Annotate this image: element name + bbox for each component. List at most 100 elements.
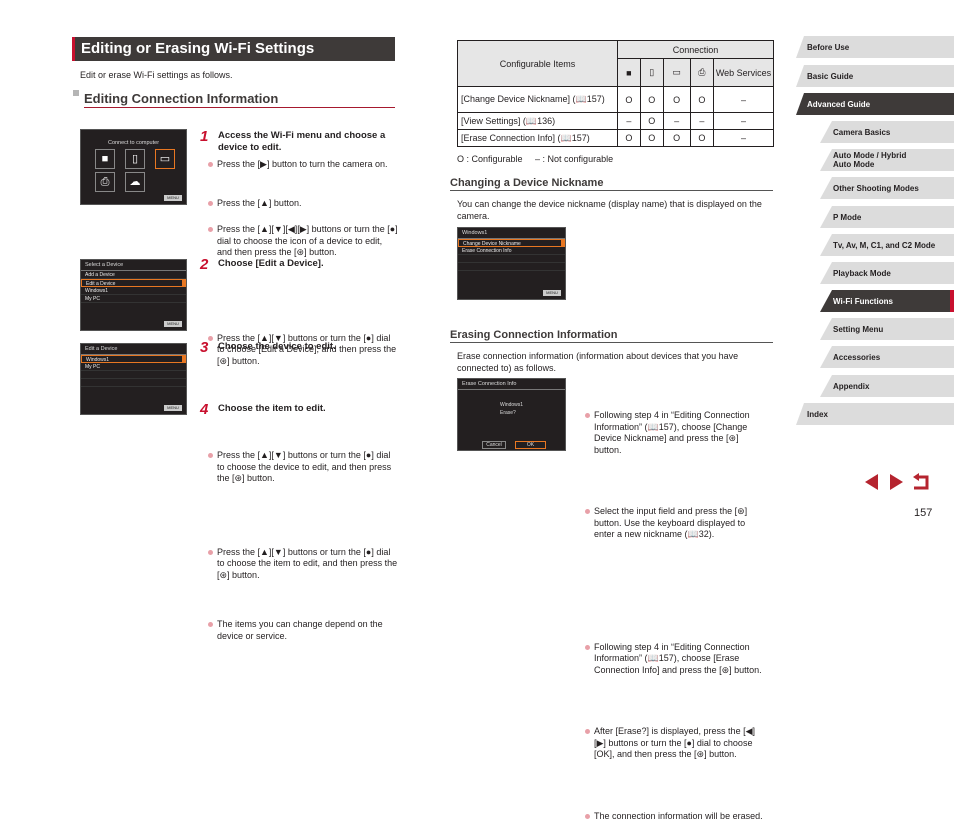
configurable-items-table: Configurable Items Connection ■ ▯ ▭ ⎙ We… [457,40,774,147]
subsection-intro: Erase connection information (informatio… [457,350,772,374]
camera-screen-select-device: Select a Device Add a Device Edit a Devi… [80,259,187,331]
sidebar-item-basic-guide[interactable]: Basic Guide [796,65,954,87]
printer-icon: ⎙ [690,59,713,87]
step-title: Access the Wi-Fi menu and choose a devic… [218,130,398,154]
table-cell: O [663,130,690,147]
screen-row-selected: Windows1 [81,355,186,363]
sidebar-item-playback-mode[interactable]: Playback Mode [820,262,954,284]
sidebar-item-accessories[interactable]: Accessories [820,346,954,368]
computer-icon: ▭ [663,59,690,87]
screen-row: My PC [81,295,186,303]
screen-title: Erase Connection Info [458,379,565,390]
sidebar-item-label: Appendix [833,382,869,391]
camera-screen-connect: Connect to computer ■ ▯ ▭ ⎙ ☁ MENU [80,129,187,205]
step-number: 3 [200,339,208,357]
step-bullet: Press the [▲] button. [208,198,398,210]
cloud-icon: ☁ [125,172,145,192]
next-page-button[interactable] [888,473,906,491]
step-bullet: Press the [▲][▼] buttons or turn the [●]… [208,547,398,582]
sidebar-item-label: Wi-Fi Functions [833,297,893,306]
step-bullet: Press the [▲][▼] buttons or turn the [●]… [208,450,398,485]
screen-row-empty [81,371,186,379]
subsection-title: Changing a Device Nickname [450,177,773,191]
subsection-title: Erasing Connection Information [450,329,773,343]
camera-icon: ■ [618,59,641,87]
section-marker [73,90,79,96]
nickname-bullet: Select the input field and press the [⊛]… [585,506,765,541]
sidebar-item-label: Camera Basics [833,128,890,137]
table-row: [View Settings] (📖136) – O – – – [458,113,774,130]
return-button[interactable] [912,473,930,491]
screen-row-empty [81,379,186,387]
table-row: [Change Device Nickname] (📖157) O O O O … [458,87,774,113]
screen-row: My PC [81,363,186,371]
table-cell: O [640,113,663,130]
table-cell: – [714,87,774,113]
sidebar-item-index[interactable]: Index [796,403,954,425]
sidebar-item-label: Playback Mode [833,269,891,278]
page-title: Editing or Erasing Wi-Fi Settings [72,37,395,61]
table-cell: O [640,130,663,147]
sidebar-item-tv-av-m-mode[interactable]: Tv, Av, M, C1, and C2 Mode [820,234,954,256]
screen-title: Edit a Device [81,344,186,355]
screen-row: Windows1 [81,287,186,295]
table-cell: O [690,87,713,113]
table-header-web-services: Web Services [714,59,774,87]
table-cell: – [690,113,713,130]
sidebar-item-label: Setting Menu [833,325,883,334]
nickname-bullet: Following step 4 in “Editing Connection … [585,410,765,456]
sidebar-item-label: Accessories [833,353,880,362]
step-bullet: Press the [▲][▼][◀][▶] buttons or turn t… [208,224,398,259]
table-cell-label: [Change Device Nickname] (📖157) [458,87,618,113]
sidebar-item-label: Advanced Guide [807,100,870,109]
table-cell: O [640,87,663,113]
sidebar-item-appendix[interactable]: Appendix [820,375,954,397]
sidebar-item-before-use[interactable]: Before Use [796,36,954,58]
computer-icon: ▭ [155,149,175,169]
screen-prompt: Erase? [500,410,516,416]
screen-title: Connect to computer [81,130,186,146]
printer-icon: ⎙ [95,172,115,192]
table-cell: – [714,130,774,147]
screen-title: Select a Device [81,260,186,271]
table-row: [Erase Connection Info] (📖157) O O O O – [458,130,774,147]
sidebar-item-auto-mode[interactable]: Auto Mode / Hybrid Auto Mode [820,149,954,171]
menu-button-icon: MENU [164,321,182,327]
subsection-intro: You can change the device nickname (disp… [457,198,772,222]
previous-page-button[interactable] [862,473,880,491]
sidebar-item-label: Auto Mode / Hybrid Auto Mode [833,151,923,169]
sidebar-item-camera-basics[interactable]: Camera Basics [820,121,954,143]
page-number: 157 [914,507,932,519]
table-cell-label: [View Settings] (📖136) [458,113,618,130]
table-cell: O [663,87,690,113]
sidebar-item-label: Basic Guide [807,72,853,81]
current-section-marker [950,290,954,312]
sidebar-item-other-shooting-modes[interactable]: Other Shooting Modes [820,177,954,199]
section-title: Editing Connection Information [84,91,395,108]
menu-button-icon: MENU [164,405,182,411]
step-number: 2 [200,256,208,274]
table-cell: O [690,130,713,147]
table-header-items: Configurable Items [458,41,618,87]
sidebar-item-setting-menu[interactable]: Setting Menu [820,318,954,340]
ok-button: OK [515,441,546,449]
sidebar-item-advanced-guide[interactable]: Advanced Guide [796,93,954,115]
erase-bullet: The connection information will be erase… [585,811,765,822]
camera-screen-windows1: Windows1 Change Device Nickname Erase Co… [457,227,566,300]
sidebar-item-p-mode[interactable]: P Mode [820,206,954,228]
arrow-left-icon [862,473,880,491]
table-cell: – [663,113,690,130]
camera-icon: ■ [95,149,115,169]
step-title: Choose the item to edit. [218,403,398,415]
smartphone-icon: ▯ [125,149,145,169]
screen-row: Add a Device [81,271,186,279]
camera-screen-erase: Erase Connection Info Windows1 Erase? Ca… [457,378,566,451]
table-header-connection: Connection [618,41,774,59]
step-number: 1 [200,128,208,146]
screen-row: Erase Connection Info [458,247,565,255]
menu-button-icon: MENU [543,290,561,296]
table-legend: O : Configurable – : Not configurable [457,153,613,165]
intro-text: Edit or erase Wi-Fi settings as follows. [80,70,233,80]
smartphone-icon: ▯ [640,59,663,87]
sidebar-item-wifi-functions[interactable]: Wi-Fi Functions [820,290,954,312]
